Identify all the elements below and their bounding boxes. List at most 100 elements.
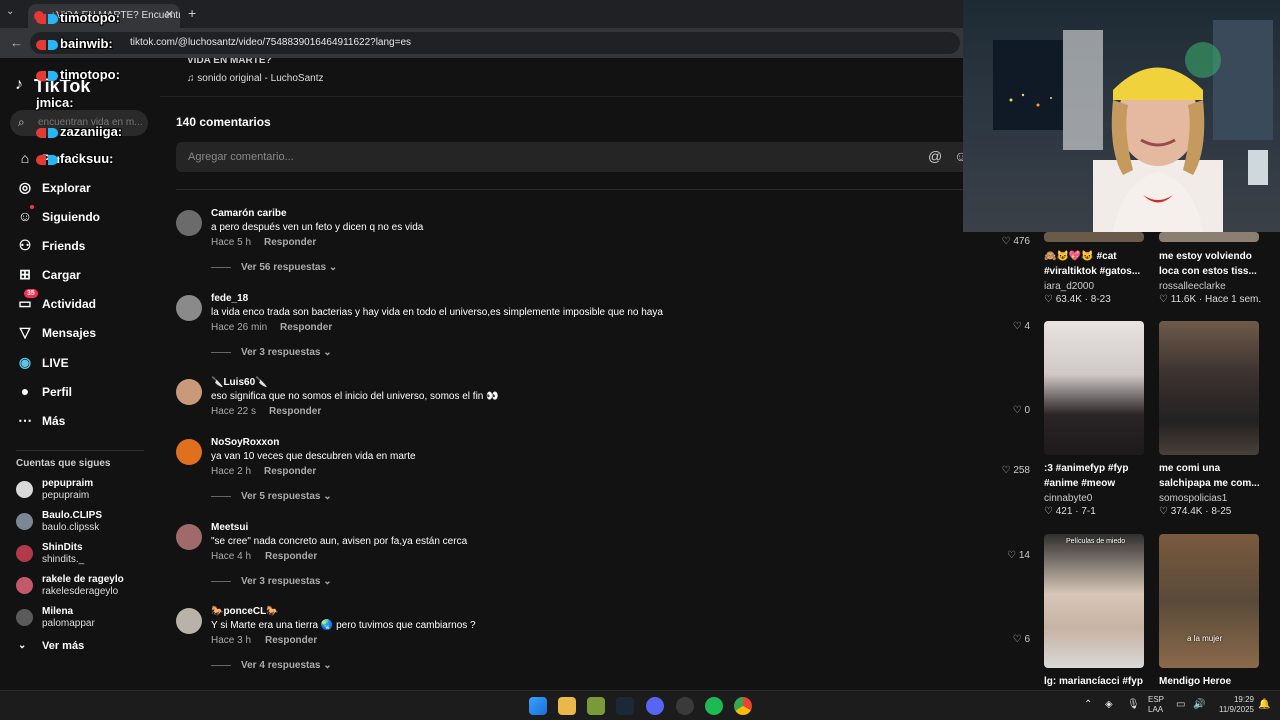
- view-replies-button[interactable]: Ver 5 respuestas ⌄: [211, 491, 332, 502]
- friends-icon: ⚇: [18, 237, 32, 253]
- sidebar-item-messages[interactable]: ▽ Mensajes: [16, 322, 156, 344]
- followed-account[interactable]: rakele de rageylo rakelesderageylo: [16, 574, 156, 600]
- video-stats: ♡ 421 · 7-1: [1044, 506, 1096, 517]
- video-thumbnail[interactable]: [1044, 321, 1144, 455]
- comment-item: NoSoyRoxxon ya van 10 veces que descubre…: [176, 437, 970, 507]
- avatar[interactable]: [176, 439, 202, 465]
- network-icon[interactable]: ◈: [1105, 699, 1113, 710]
- video-author[interactable]: somospolicias1: [1159, 493, 1227, 504]
- video-author[interactable]: iara_d2000: [1044, 281, 1094, 292]
- video-caption: Mendigo Heroe: [1159, 676, 1232, 687]
- video-author[interactable]: rossalleeclarke: [1159, 281, 1226, 292]
- comment-text: "se cree" nada concreto aun, avisen por …: [211, 536, 468, 547]
- discord-icon[interactable]: [646, 697, 664, 715]
- sidebar-item-more[interactable]: ⋯ Más: [16, 410, 156, 432]
- comment-username[interactable]: fede_18: [211, 293, 248, 304]
- sound-link[interactable]: ♫ sonido original - LuchoSantz: [187, 73, 323, 84]
- mention-icon[interactable]: @: [928, 148, 942, 164]
- video-thumbnail[interactable]: [1159, 321, 1259, 455]
- avatar: [16, 609, 33, 626]
- live-icon: ◉: [18, 354, 32, 370]
- monitor-icon[interactable]: ▭: [1176, 699, 1185, 710]
- comment-time: Hace 3 h: [211, 635, 252, 646]
- comment-username[interactable]: 🐎ponceCL🐎: [211, 606, 279, 617]
- chrome-icon[interactable]: [734, 697, 752, 715]
- volume-icon[interactable]: 🔊: [1193, 699, 1205, 710]
- followed-account[interactable]: Milena palomappar: [16, 606, 156, 632]
- minecraft-icon[interactable]: [587, 697, 605, 715]
- upload-icon: ⊞: [19, 266, 31, 282]
- divider: [176, 189, 970, 190]
- reply-button[interactable]: Responder: [265, 635, 317, 646]
- avatar[interactable]: [176, 210, 202, 236]
- spotify-icon[interactable]: [705, 697, 723, 715]
- video-stats: ♡ 63.4K · 8-23: [1044, 294, 1111, 305]
- following-icon: ☺: [17, 208, 33, 224]
- view-replies-button[interactable]: Ver 4 respuestas ⌄: [211, 660, 332, 671]
- heart-icon: ♡: [1001, 465, 1014, 476]
- followed-account[interactable]: pepupraim pepupraim: [16, 478, 156, 504]
- sidebar-item-activity[interactable]: ▭ 35 Actividad: [16, 289, 156, 315]
- windows-start-icon[interactable]: [529, 697, 547, 715]
- like-button[interactable]: ♡ 258: [990, 465, 1030, 476]
- message-icon: ▽: [19, 324, 31, 340]
- avatar[interactable]: [176, 608, 202, 634]
- video-thumbnail[interactable]: Películas de miedo: [1044, 534, 1144, 668]
- comment-username[interactable]: NoSoyRoxxon: [211, 437, 279, 448]
- avatar[interactable]: [176, 524, 202, 550]
- chat-overlay-name: zazaniiga:: [36, 124, 122, 139]
- sidebar-item-explore[interactable]: ◎ Explorar: [16, 177, 156, 199]
- steam-icon[interactable]: [616, 697, 634, 715]
- reply-button[interactable]: Responder: [280, 322, 332, 333]
- comment-username[interactable]: 🔪Luis60🔪: [211, 377, 268, 388]
- tab-list-icon[interactable]: ⌄: [6, 6, 14, 17]
- view-replies-button[interactable]: Ver 56 respuestas ⌄: [211, 262, 337, 273]
- like-button[interactable]: ♡ 6: [990, 634, 1030, 645]
- view-replies-button[interactable]: Ver 3 respuestas ⌄: [211, 576, 332, 587]
- video-thumbnail[interactable]: [1044, 232, 1144, 242]
- like-button[interactable]: ♡ 14: [990, 550, 1030, 561]
- reply-button[interactable]: Responder: [264, 237, 316, 248]
- avatar[interactable]: [176, 379, 202, 405]
- video-author[interactable]: cinnabyte0: [1044, 493, 1092, 504]
- chat-overlay-name: jmica:: [36, 95, 74, 110]
- sidebar-item-upload[interactable]: ⊞ Cargar: [16, 264, 156, 286]
- comment-time: Hace 2 h: [211, 466, 252, 477]
- comment-username[interactable]: Meetsui: [211, 522, 248, 533]
- video-thumbnail[interactable]: a la mujer: [1159, 534, 1259, 668]
- comment-input[interactable]: Agregar comentario... @ ☺: [176, 142, 970, 172]
- comment-item: 🐎ponceCL🐎 Y si Marte era una tierra 🌏 pe…: [176, 606, 970, 676]
- obs-icon[interactable]: [676, 697, 694, 715]
- like-button[interactable]: ♡ 476: [990, 236, 1030, 247]
- notification-dot: [30, 205, 34, 209]
- chevron-up-icon[interactable]: ⌃: [1084, 699, 1092, 710]
- close-icon[interactable]: ✕: [165, 8, 174, 21]
- followed-account[interactable]: Baulo.CLIPS baulo.clipssk: [16, 510, 156, 536]
- followed-account[interactable]: ShinDits shindits._: [16, 542, 156, 568]
- clock[interactable]: 19:29 11/9/2025: [1214, 695, 1254, 715]
- reply-button[interactable]: Responder: [265, 551, 317, 562]
- language-indicator[interactable]: ESP LAA: [1148, 695, 1164, 715]
- video-thumbnail[interactable]: [1159, 232, 1259, 242]
- sidebar-item-following[interactable]: ☺ Siguiendo: [16, 205, 156, 228]
- avatar[interactable]: [176, 295, 202, 321]
- view-replies-button[interactable]: Ver 3 respuestas ⌄: [211, 347, 332, 358]
- file-explorer-icon[interactable]: [558, 697, 576, 715]
- comment-item: Meetsui "se cree" nada concreto aun, avi…: [176, 522, 970, 592]
- sidebar-item-profile[interactable]: ● Perfil: [16, 381, 156, 403]
- sidebar-item-friends[interactable]: ⚇ Friends: [16, 235, 156, 257]
- comment-text: eso significa que no somos el inicio del…: [211, 391, 499, 402]
- notification-bell-icon[interactable]: 🔔: [1258, 699, 1270, 710]
- comment-username[interactable]: Camarón caribe: [211, 208, 287, 219]
- like-button[interactable]: ♡ 4: [990, 321, 1030, 332]
- sidebar-item-live[interactable]: ◉ LIVE: [16, 352, 156, 374]
- url-field[interactable]: tiktok.com/@luchosantz/video/75488390164…: [30, 32, 960, 54]
- back-arrow-icon[interactable]: ←: [10, 35, 23, 50]
- microphone-icon[interactable]: 🎙: [1127, 699, 1140, 710]
- reply-button[interactable]: Responder: [264, 466, 316, 477]
- see-more-accounts[interactable]: ⌄ Ver más: [16, 640, 136, 652]
- reply-button[interactable]: Responder: [269, 406, 321, 417]
- new-tab-icon[interactable]: +: [188, 5, 196, 21]
- like-button[interactable]: ♡ 0: [990, 405, 1030, 416]
- more-icon: ⋯: [18, 412, 32, 428]
